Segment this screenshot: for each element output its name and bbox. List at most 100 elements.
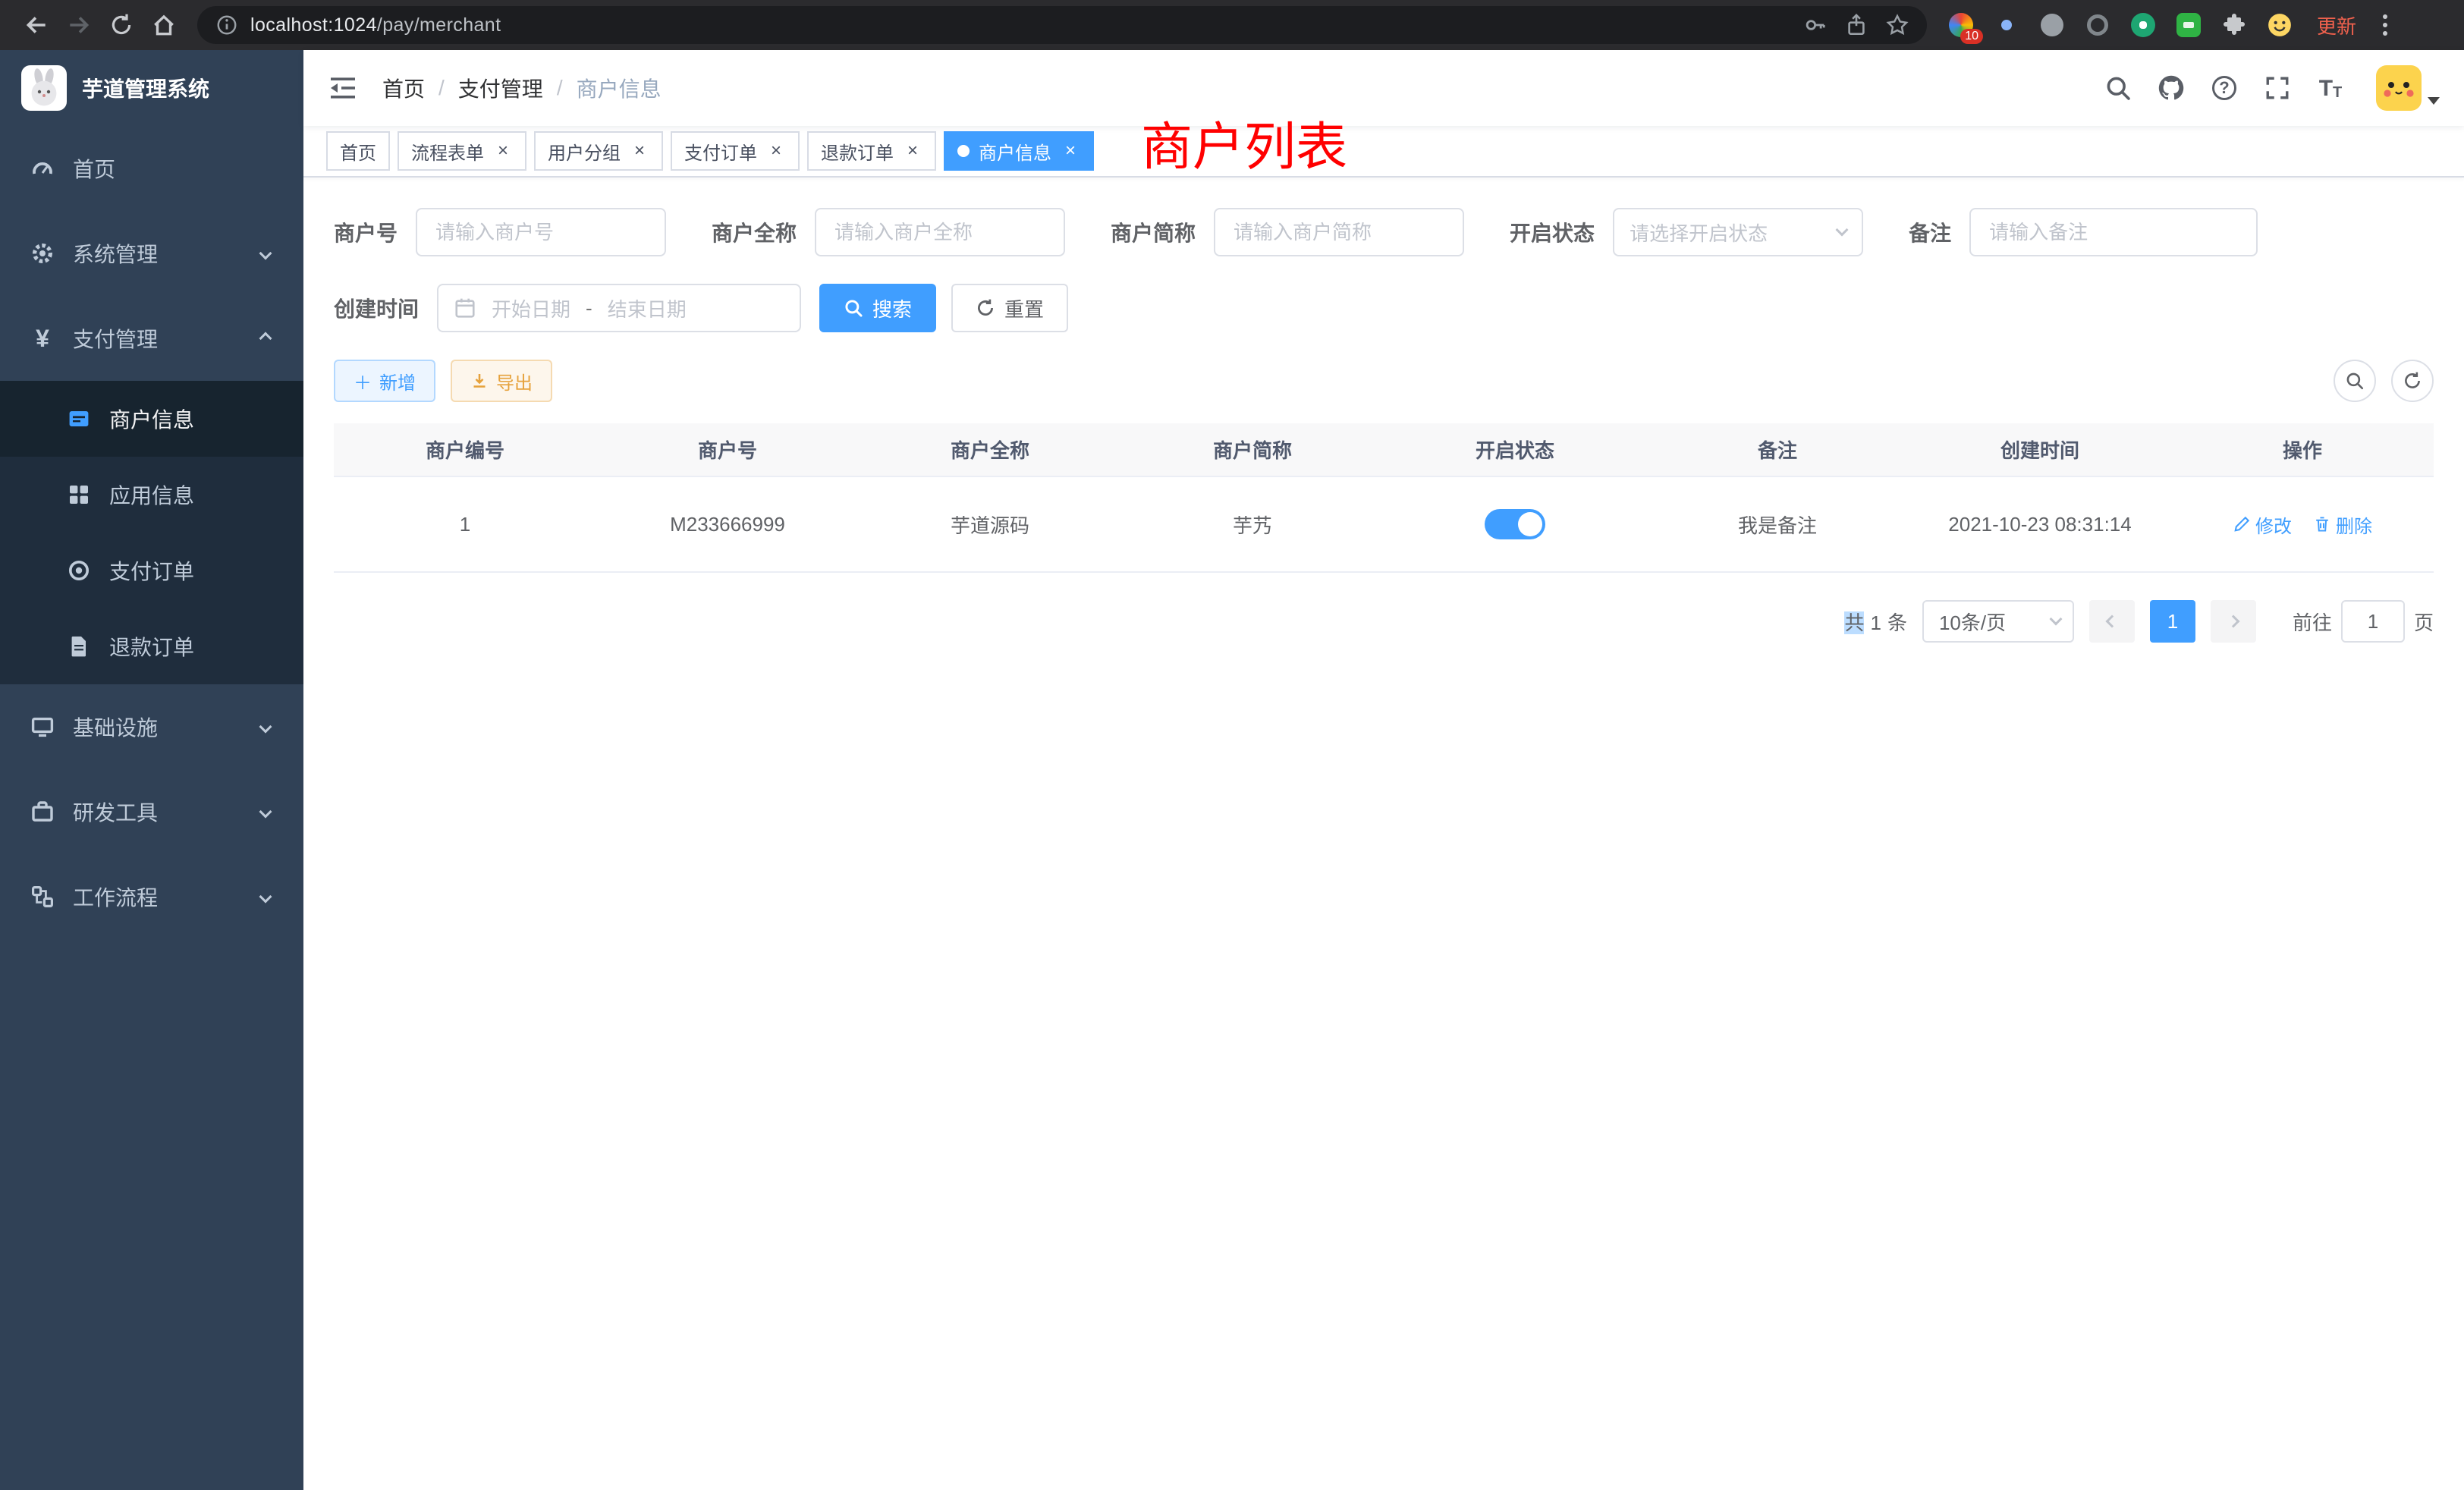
merchant-no-input[interactable] xyxy=(416,208,666,256)
col-create-time: 创建时间 xyxy=(1909,423,2171,476)
pagination-total: 共1条 xyxy=(1844,608,1907,636)
sidebar-item-dev-tools[interactable]: 研发工具 xyxy=(0,769,303,854)
tab-home[interactable]: 首页 xyxy=(326,131,390,171)
url-text: localhost:1024/pay/merchant xyxy=(250,14,501,36)
cell-create-time: 2021-10-23 08:31:14 xyxy=(1909,476,2171,572)
edit-pencil-icon xyxy=(2233,515,2251,533)
extension-blue-dot-icon[interactable] xyxy=(1994,12,2019,38)
help-icon[interactable] xyxy=(2211,74,2238,102)
extension-green-square-icon[interactable] xyxy=(2176,12,2202,38)
chevron-down-icon xyxy=(259,247,272,260)
browser-menu-button[interactable] xyxy=(2371,14,2399,36)
close-icon[interactable]: × xyxy=(1061,141,1080,161)
sidebar-item-home[interactable]: 首页 xyxy=(0,126,303,211)
forward-arrow-icon xyxy=(66,12,92,38)
refresh-table-button[interactable] xyxy=(2391,360,2434,402)
goto-page-input[interactable] xyxy=(2341,600,2405,643)
status-toggle[interactable] xyxy=(1485,509,1545,539)
sidebar-item-system[interactable]: 系统管理 xyxy=(0,211,303,296)
browser-reload-button[interactable] xyxy=(100,4,143,46)
browser-profile-avatar[interactable] xyxy=(2267,12,2293,38)
share-icon[interactable] xyxy=(1845,14,1868,36)
password-key-icon[interactable] xyxy=(1804,14,1827,36)
github-icon[interactable] xyxy=(2158,74,2185,102)
create-time-label: 创建时间 xyxy=(334,293,437,323)
pagination: 共1条 10条/页 1 前往 页 xyxy=(334,600,2434,643)
add-button[interactable]: ＋ 新增 xyxy=(334,360,435,402)
extension-colorful-icon[interactable]: 10 xyxy=(1948,12,1974,38)
reset-button[interactable]: 重置 xyxy=(951,284,1068,332)
close-icon[interactable]: × xyxy=(766,141,786,161)
extension-ring-icon[interactable] xyxy=(2085,12,2110,38)
close-icon[interactable]: × xyxy=(903,141,922,161)
search-button[interactable]: 搜索 xyxy=(819,284,936,332)
header-search-icon[interactable] xyxy=(2104,74,2132,102)
tab-process-form[interactable]: 流程表单× xyxy=(398,131,526,171)
col-full-name: 商户全称 xyxy=(859,423,1121,476)
export-button[interactable]: 导出 xyxy=(451,360,552,402)
refresh-icon xyxy=(976,298,995,318)
create-time-range-picker[interactable]: 开始日期 - 结束日期 xyxy=(437,284,801,332)
browser-home-button[interactable] xyxy=(143,4,185,46)
tab-merchant-info[interactable]: 商户信息× xyxy=(944,131,1094,171)
breadcrumb-home[interactable]: 首页 xyxy=(382,73,425,103)
table-row: 1 M233666999 芋道源码 芋艿 我是备注 2021-10-23 08:… xyxy=(334,476,2434,572)
tab-refund-order[interactable]: 退款订单× xyxy=(807,131,936,171)
chevron-down-icon xyxy=(1836,224,1849,237)
tab-payment-order[interactable]: 支付订单× xyxy=(671,131,800,171)
full-name-label: 商户全称 xyxy=(712,217,815,247)
delete-button[interactable]: 删除 xyxy=(2313,511,2372,538)
bookmark-star-icon[interactable] xyxy=(1886,14,1909,36)
page-unit-label: 页 xyxy=(2414,608,2434,636)
chevron-down-icon xyxy=(259,806,272,819)
sidebar-item-infrastructure[interactable]: 基础设施 xyxy=(0,684,303,769)
browser-forward-button[interactable] xyxy=(58,4,100,46)
table-header-row: 商户编号 商户号 商户全称 商户简称 开启状态 备注 创建时间 操作 xyxy=(334,423,2434,476)
edit-button[interactable]: 修改 xyxy=(2233,511,2292,538)
full-name-input[interactable] xyxy=(815,208,1065,256)
extension-gray-icon[interactable] xyxy=(2039,12,2065,38)
next-page-button[interactable] xyxy=(2211,600,2256,643)
fullscreen-icon[interactable] xyxy=(2264,74,2291,102)
browser-chrome: localhost:1024/pay/merchant 10 更新 xyxy=(0,0,2464,50)
browser-update-button[interactable]: 更新 xyxy=(2317,11,2356,39)
app-logo[interactable]: 芋道管理系统 xyxy=(0,50,303,126)
caret-down-icon xyxy=(2428,97,2440,105)
extension-badge: 10 xyxy=(1960,29,1983,44)
chevron-left-icon xyxy=(2105,615,2118,628)
browser-back-button[interactable] xyxy=(15,4,58,46)
goto-label: 前往 xyxy=(2293,608,2332,636)
sidebar-item-refund-orders[interactable]: 退款订单 xyxy=(0,608,303,684)
chevron-down-icon xyxy=(259,721,272,734)
remark-input[interactable] xyxy=(1969,208,2258,256)
page-info-icon[interactable] xyxy=(215,14,238,36)
tab-user-group[interactable]: 用户分组× xyxy=(534,131,663,171)
status-select[interactable]: 请选择开启状态 xyxy=(1613,208,1863,256)
page-size-select[interactable]: 10条/页 xyxy=(1922,600,2074,643)
sidebar-item-payment[interactable]: ¥ 支付管理 xyxy=(0,296,303,381)
extension-green-icon[interactable] xyxy=(2130,12,2156,38)
short-name-input[interactable] xyxy=(1214,208,1464,256)
sidebar-item-merchant-info[interactable]: 商户信息 xyxy=(0,381,303,457)
logo-rabbit-icon xyxy=(21,65,67,111)
home-icon xyxy=(151,12,177,38)
sidebar-toggle-button[interactable] xyxy=(328,73,358,103)
toggle-search-button[interactable] xyxy=(2334,360,2376,402)
close-icon[interactable]: × xyxy=(493,141,513,161)
grid-icon xyxy=(67,483,91,507)
page-number-1[interactable]: 1 xyxy=(2150,600,2195,643)
extensions-area: 10 xyxy=(1948,12,2293,38)
close-icon[interactable]: × xyxy=(630,141,649,161)
address-bar[interactable]: localhost:1024/pay/merchant xyxy=(197,6,1927,44)
user-menu[interactable] xyxy=(2376,65,2440,111)
dashboard-icon xyxy=(30,156,55,181)
sidebar-item-workflow[interactable]: 工作流程 xyxy=(0,854,303,939)
prev-page-button[interactable] xyxy=(2089,600,2135,643)
font-size-icon[interactable] xyxy=(2317,74,2344,102)
end-date-placeholder: 结束日期 xyxy=(608,294,687,322)
sidebar-menu: 首页 系统管理 ¥ 支付管理 商户信息 应用信息 xyxy=(0,126,303,1490)
extensions-puzzle-icon[interactable] xyxy=(2221,12,2247,38)
sidebar-item-payment-orders[interactable]: 支付订单 xyxy=(0,533,303,608)
breadcrumb-payment[interactable]: 支付管理 xyxy=(458,73,543,103)
sidebar-item-app-info[interactable]: 应用信息 xyxy=(0,457,303,533)
